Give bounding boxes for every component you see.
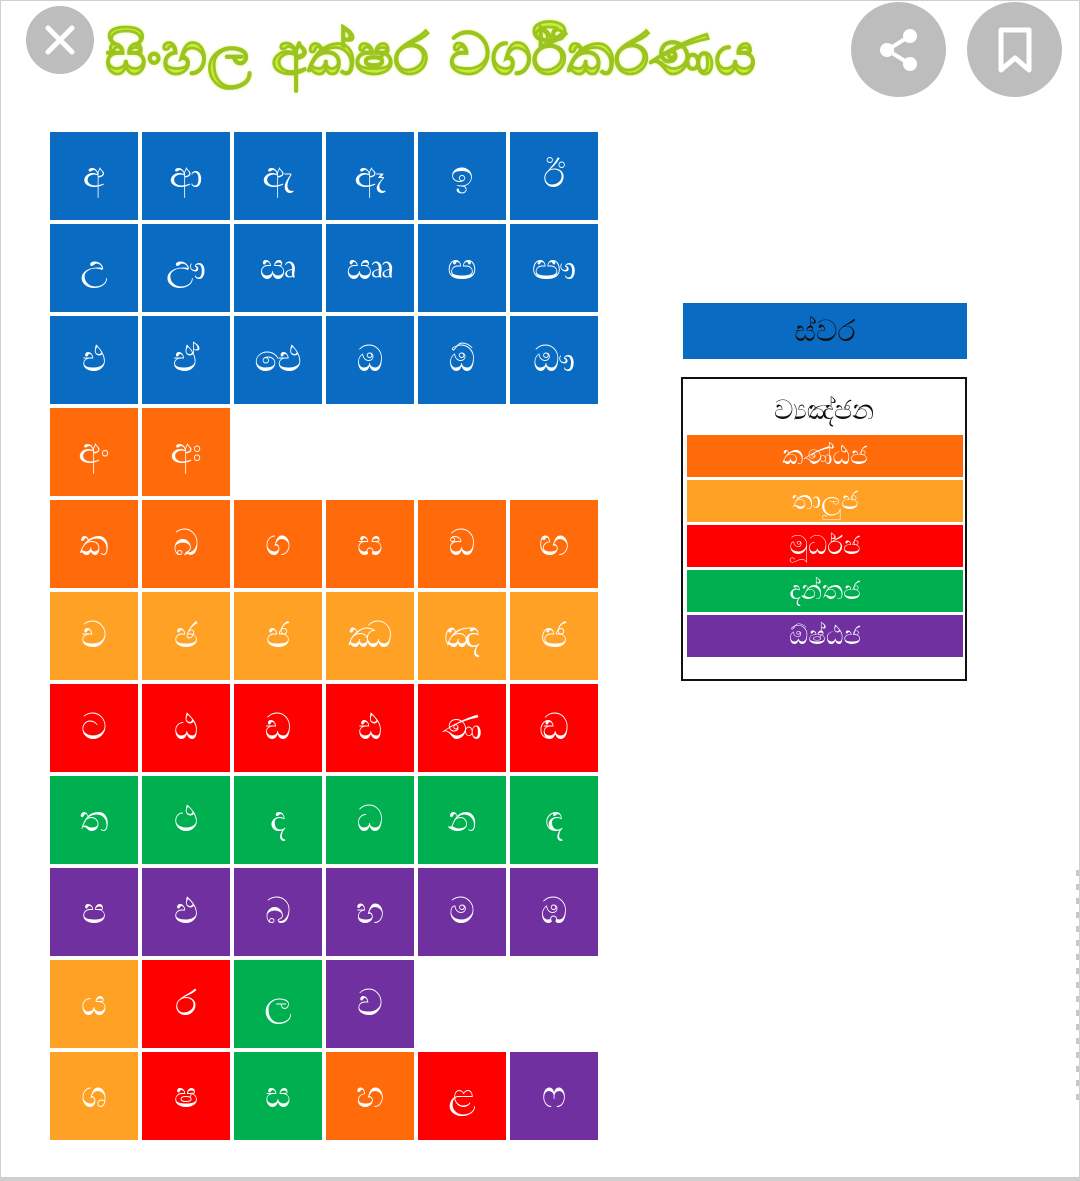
letter-cell: ස <box>234 1052 322 1140</box>
letter-cell: ග <box>234 500 322 588</box>
letter-cell: ඳ <box>510 776 598 864</box>
letter-cell: ච <box>50 592 138 680</box>
letter-cell: ඍ <box>234 224 322 312</box>
letter-cell: අඃ <box>142 408 230 496</box>
legend-item-oshthaja: ඕෂ්ඨජ <box>687 615 963 657</box>
letter-cell: ත <box>50 776 138 864</box>
close-icon <box>45 25 75 55</box>
letter-cell: ඟ <box>510 500 598 588</box>
letter-cell: ඎ <box>326 224 414 312</box>
letter-cell: ඵ <box>142 868 230 956</box>
letter-cell: ණ <box>418 684 506 772</box>
legend-vyanjana-title: ව්‍යඤ්ජන <box>773 395 875 426</box>
letter-cell: ඛ <box>142 500 230 588</box>
letter-cell: ල <box>234 960 322 1048</box>
letter-cell: අං <box>50 408 138 496</box>
letter-cell: ෂ <box>142 1052 230 1140</box>
letter-cell: එ <box>50 316 138 404</box>
legend-item-taluja: තාලුජ <box>687 480 963 522</box>
letter-cell: ඕ <box>418 316 506 404</box>
letter-cell: ව <box>326 960 414 1048</box>
bookmark-button[interactable] <box>967 2 1062 97</box>
scrollbar[interactable] <box>1076 870 1079 1100</box>
letter-cell: ශ <box>50 1052 138 1140</box>
letter-cell: උ <box>50 224 138 312</box>
letter-cell: ඪ <box>326 684 414 772</box>
legend-item-kantaja: කණ්ඨජ <box>687 435 963 477</box>
letter-cell: ළ <box>418 1052 506 1140</box>
letter-cell: ජ <box>234 592 322 680</box>
letter-cell: ඊ <box>510 132 598 220</box>
letter-cell: ඨ <box>142 684 230 772</box>
letter-cell: ඇ <box>234 132 322 220</box>
letter-cell: ඞ <box>418 500 506 588</box>
letter-cell: ඣ <box>326 592 414 680</box>
letter-cell: ථ <box>142 776 230 864</box>
page-title: සිංහල අක්ෂර වර්ගීකරණය <box>105 19 757 88</box>
letter-cell: ඤ <box>418 592 506 680</box>
share-icon <box>879 28 917 71</box>
legend-vyanjana-box: ව්‍යඤ්ජන කණ්ඨජ තාලුජ මූර්ධජ දන්තජ ඕෂ්ඨජ <box>681 377 967 681</box>
bottom-divider <box>0 1177 1080 1181</box>
letter-cell: ඩ <box>234 684 322 772</box>
letter-cell: ඌ <box>142 224 230 312</box>
letter-cell: ඈ <box>326 132 414 220</box>
letter-cell: ඒ <box>142 316 230 404</box>
letter-cell: ෆ <box>510 1052 598 1140</box>
letter-cell: ඉ <box>418 132 506 220</box>
letter-cell: ඐ <box>510 224 598 312</box>
letter-cell: ර <box>142 960 230 1048</box>
close-button[interactable] <box>26 6 94 74</box>
letter-cell: ඓ <box>234 316 322 404</box>
letter-cell: ය <box>50 960 138 1048</box>
letter-cell: ඹ <box>510 868 598 956</box>
letter-cell: බ <box>234 868 322 956</box>
letter-cell: ඏ <box>418 224 506 312</box>
letter-cell: ඖ <box>510 316 598 404</box>
legend-item-dantaja: දන්තජ <box>687 570 963 612</box>
letter-cell: ධ <box>326 776 414 864</box>
letter-cell: ඔ <box>326 316 414 404</box>
letter-cell: ඦ <box>510 592 598 680</box>
bookmark-icon <box>998 27 1031 72</box>
letter-cell: ම <box>418 868 506 956</box>
letter-cell: ක <box>50 500 138 588</box>
letter-cell: අ <box>50 132 138 220</box>
legend-item-murdhaja: මූර්ධජ <box>687 525 963 567</box>
letter-cell: භ <box>326 868 414 956</box>
legend-swara: ස්වර <box>683 303 967 359</box>
letter-cell: ට <box>50 684 138 772</box>
letter-cell: ඝ <box>326 500 414 588</box>
letter-cell: ද <box>234 776 322 864</box>
letter-cell: ආ <box>142 132 230 220</box>
letter-cell: ඡ <box>142 592 230 680</box>
letter-cell: ප <box>50 868 138 956</box>
letter-cell: ඬ <box>510 684 598 772</box>
share-button[interactable] <box>851 2 946 97</box>
letter-cell: හ <box>326 1052 414 1140</box>
letter-cell: න <box>418 776 506 864</box>
